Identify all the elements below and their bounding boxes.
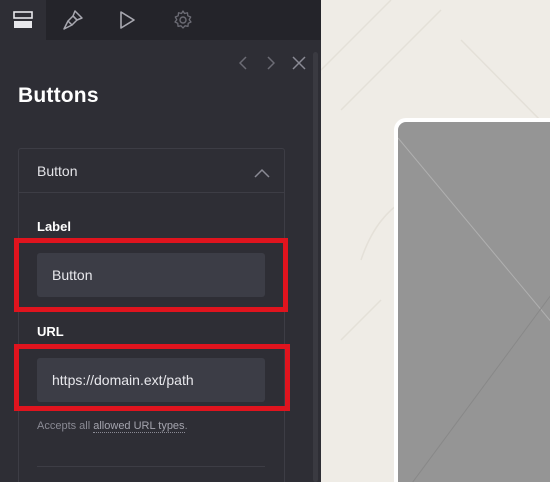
preview-image <box>394 118 550 482</box>
help-text-suffix: . <box>184 420 188 432</box>
card-header-label: Button <box>37 163 78 179</box>
tab-settings[interactable] <box>160 0 206 40</box>
tab-bar <box>0 0 321 40</box>
image-placeholder <box>398 137 550 482</box>
chevron-up-icon[interactable] <box>254 165 270 183</box>
close-button[interactable] <box>291 52 307 74</box>
tab-style[interactable] <box>50 0 96 40</box>
card-header[interactable]: Button <box>19 149 284 193</box>
tab-layout[interactable] <box>0 0 46 40</box>
label-field-label: Label <box>37 219 71 234</box>
panel-title: Buttons <box>18 84 99 107</box>
gear-icon <box>172 9 194 31</box>
panel-navigation <box>235 52 307 74</box>
url-help-text: Accepts all allowed URL types. <box>37 420 188 433</box>
close-icon <box>292 56 306 70</box>
chevron-left-icon <box>239 56 247 70</box>
chevron-right-icon <box>267 56 275 70</box>
label-field-highlight <box>14 238 288 312</box>
divider <box>37 466 265 467</box>
back-button[interactable] <box>235 52 251 74</box>
help-text-prefix: Accepts all <box>37 420 94 432</box>
panel-scrollbar[interactable] <box>313 52 318 482</box>
layout-icon <box>13 11 33 29</box>
allowed-url-types-link[interactable]: allowed URL types <box>93 420 185 433</box>
brush-icon <box>62 9 84 31</box>
tab-preview[interactable] <box>104 0 150 40</box>
url-field-label: URL <box>37 324 64 339</box>
forward-button[interactable] <box>263 52 279 74</box>
play-icon <box>117 10 137 30</box>
url-field-highlight <box>14 344 290 411</box>
